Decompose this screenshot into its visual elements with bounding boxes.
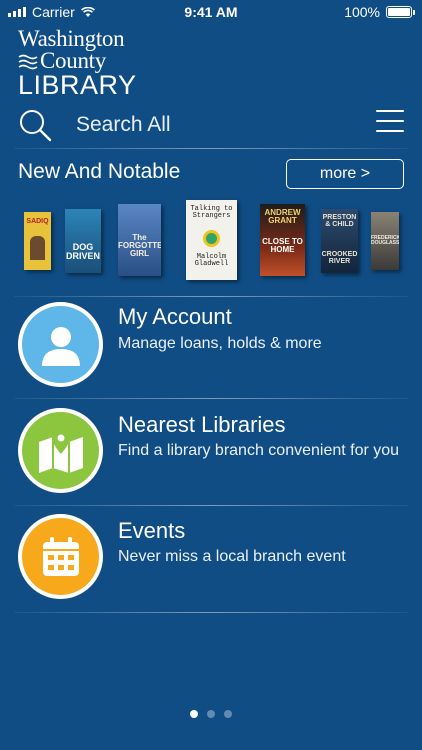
logo-line3: LIBRARY: [18, 70, 137, 100]
page-indicator[interactable]: [0, 710, 422, 718]
map-pin-icon: [18, 408, 103, 493]
nearest-libraries-item[interactable]: Nearest Libraries Find a library branch …: [0, 400, 422, 500]
book-cover[interactable]: Talking to Strangers Malcolm Gladwell: [186, 200, 237, 280]
section-title: New And Notable: [18, 160, 181, 183]
book-cover[interactable]: The FORGOTTEN GIRL: [118, 204, 161, 276]
book-title: SADIQ: [26, 218, 49, 225]
book-subtitle: CLOSE TO HOME: [262, 237, 303, 254]
book-subtitle: CROOKED RIVER: [321, 251, 358, 265]
page-dot[interactable]: [224, 710, 232, 718]
search-input[interactable]: Search All: [76, 113, 171, 137]
book-author: Malcolm Gladwell: [194, 253, 229, 268]
book-title: ANDREW GRANT: [264, 208, 301, 225]
book-cover[interactable]: ANDREW GRANT CLOSE TO HOME: [260, 204, 305, 276]
logo-line2: County: [18, 48, 138, 73]
more-button[interactable]: more >: [286, 159, 404, 189]
search-icon[interactable]: [18, 108, 52, 142]
divider: [14, 398, 408, 399]
book-cover[interactable]: FREDERICK DOUGLASS: [371, 212, 399, 270]
entry-subtitle: Find a library branch convenient for you: [118, 442, 400, 459]
divider: [14, 612, 408, 613]
library-logo: Washington County LIBRARY: [18, 26, 138, 100]
status-right: 100%: [344, 4, 415, 20]
status-bar: Carrier 9:41 AM 100%: [0, 0, 422, 24]
entry-title: Events: [118, 518, 186, 543]
page-dot[interactable]: [190, 710, 198, 718]
book-title: Talking to Strangers: [190, 205, 233, 220]
book-title: The FORGOTTEN GIRL: [118, 233, 161, 258]
book-cover[interactable]: SADIQ: [24, 212, 51, 270]
book-cover[interactable]: PRESTON & CHILD CROOKED RIVER: [321, 209, 358, 273]
book-title: PRESTON & CHILD: [322, 214, 357, 228]
entry-subtitle: Manage loans, holds & more: [118, 335, 322, 352]
book-carousel[interactable]: SADIQ DOG DRIVEN The FORGOTTEN GIRL Talk…: [0, 198, 422, 284]
wave-icon: [18, 54, 38, 70]
search-bar[interactable]: Search All: [0, 100, 422, 148]
entry-title: Nearest Libraries: [118, 412, 286, 437]
divider: [14, 148, 408, 149]
entry-title: My Account: [118, 304, 232, 329]
logo-line1: Washington: [18, 26, 125, 51]
hamburger-menu-icon[interactable]: [376, 110, 404, 140]
events-item[interactable]: Events Never miss a local branch event: [0, 506, 422, 606]
page-dot[interactable]: [207, 710, 215, 718]
calendar-icon: [18, 514, 103, 599]
logo-line2-text: County: [40, 48, 106, 73]
book-title: FREDERICK DOUGLASS: [371, 235, 399, 246]
battery-percent: 100%: [344, 4, 380, 20]
my-account-item[interactable]: My Account Manage loans, holds & more: [0, 296, 422, 396]
book-title: DOG DRIVEN: [65, 242, 100, 261]
battery-icon: [386, 6, 415, 18]
person-icon: [18, 302, 103, 387]
entry-subtitle: Never miss a local branch event: [118, 548, 346, 565]
book-cover[interactable]: DOG DRIVEN: [65, 209, 101, 273]
